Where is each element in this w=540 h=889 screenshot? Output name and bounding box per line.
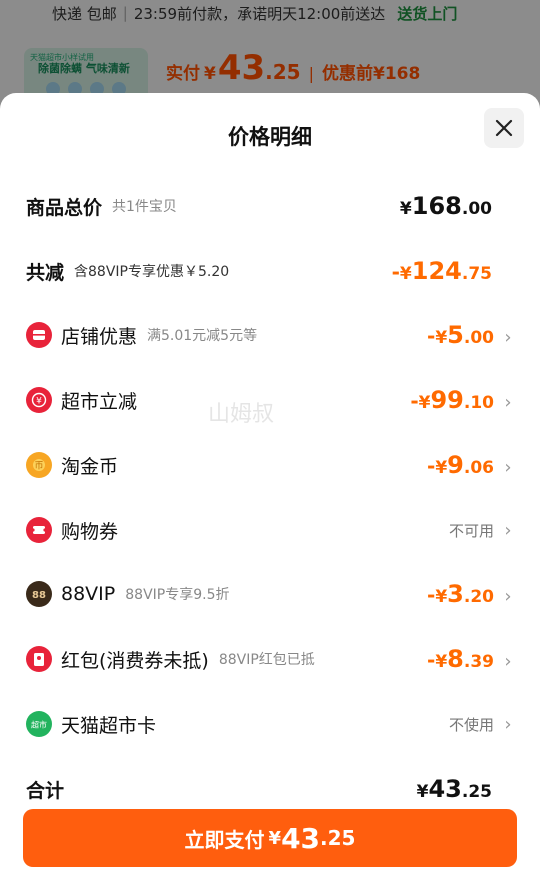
amount-decimal: .06 bbox=[463, 458, 494, 478]
amount-integer: 99 bbox=[430, 386, 464, 414]
svg-text:¥: ¥ bbox=[36, 397, 42, 407]
amount-decimal: .39 bbox=[463, 652, 494, 672]
row-tmall-card[interactable]: 超市 天猫超市卡 不使用 › bbox=[26, 704, 514, 744]
row-label: 天猫超市卡 bbox=[61, 714, 157, 737]
row-label: 淘金币 bbox=[61, 455, 119, 478]
row-label: 88VIP bbox=[61, 583, 116, 605]
amount-currency: ¥ bbox=[435, 458, 448, 478]
pay-label: 立即支付 bbox=[184, 827, 265, 852]
svg-text:88: 88 bbox=[32, 590, 46, 601]
total-label: 合计 bbox=[26, 779, 65, 802]
row-total-discount: 共减 含88VIP专享优惠￥5.20 - ¥ 124 .75 bbox=[26, 251, 514, 291]
amount-integer: 9 bbox=[447, 451, 464, 479]
row-sub: 含88VIP专享优惠￥5.20 bbox=[74, 264, 230, 280]
row-status: 不使用 › bbox=[449, 714, 514, 735]
row-label: 超市立减 bbox=[61, 390, 138, 413]
gold-coin-icon: 币 bbox=[26, 452, 52, 478]
row-label: 红包(消费券未抵) bbox=[61, 649, 209, 672]
amount-sign: - bbox=[410, 389, 419, 413]
amount-decimal: .00 bbox=[463, 328, 494, 348]
row-sub: 共1件宝贝 bbox=[112, 199, 177, 215]
row-amount: - ¥ 5 .00 › bbox=[427, 321, 514, 349]
pay-decimal: .25 bbox=[320, 826, 356, 850]
row-amount: - ¥ 3 .20 › bbox=[427, 580, 514, 608]
chevron-right-icon: › bbox=[504, 586, 512, 607]
shopping-voucher-icon bbox=[26, 517, 52, 543]
chevron-right-icon: › bbox=[504, 457, 512, 478]
svg-text:币: 币 bbox=[34, 461, 43, 472]
row-88vip[interactable]: 88 88VIP 88VIP专享9.5折 - ¥ 3 .20 › bbox=[26, 574, 514, 614]
row-item-total: 商品总价 共1件宝贝 ¥ 168 .00 bbox=[26, 186, 514, 226]
row-label: 共减 bbox=[26, 261, 65, 284]
row-shopping-voucher[interactable]: 购物券 不可用 › bbox=[26, 510, 514, 550]
amount-sign: - bbox=[427, 324, 436, 348]
amount-sign: - bbox=[391, 260, 400, 284]
sheet-title: 价格明细 bbox=[228, 125, 312, 149]
chevron-right-icon: › bbox=[504, 519, 512, 541]
vip88-icon: 88 bbox=[26, 581, 52, 607]
row-amount: - ¥ 8 .39 › bbox=[427, 645, 514, 673]
close-button[interactable] bbox=[484, 108, 524, 148]
chevron-right-icon: › bbox=[504, 327, 512, 348]
row-label: 购物券 bbox=[61, 520, 119, 543]
svg-text:超市: 超市 bbox=[31, 720, 47, 730]
amount-currency: ¥ bbox=[399, 264, 412, 284]
row-red-packet[interactable]: 红包(消费券未抵) 88VIP红包已抵 - ¥ 8 .39 › bbox=[26, 639, 514, 679]
row-status: 不可用 › bbox=[449, 520, 514, 541]
amount-currency: ¥ bbox=[435, 652, 448, 672]
row-amount: - ¥ 9 .06 › bbox=[427, 451, 514, 479]
amount-currency: ¥ bbox=[416, 782, 429, 802]
row-sub: 88VIP红包已抵 bbox=[218, 652, 315, 668]
amount-decimal: .10 bbox=[463, 393, 494, 413]
amount-integer: 168 bbox=[411, 192, 462, 220]
row-grand-total: 合计 ¥ 43 .25 bbox=[26, 769, 514, 809]
amount-decimal: .00 bbox=[461, 199, 492, 219]
price-detail-sheet: 价格明细 商品总价 共1件宝贝 ¥ 168 .00 共减 含88VIP专享优惠￥… bbox=[0, 93, 540, 889]
row-sub: 满5.01元减5元等 bbox=[147, 328, 258, 344]
chevron-right-icon: › bbox=[504, 392, 512, 413]
amount-currency: ¥ bbox=[399, 199, 412, 219]
pay-currency: ¥ bbox=[268, 827, 282, 849]
amount-decimal: .75 bbox=[461, 264, 492, 284]
amount-currency: ¥ bbox=[435, 587, 448, 607]
amount-integer: 5 bbox=[447, 321, 464, 349]
pay-integer: 43 bbox=[281, 821, 321, 855]
chevron-right-icon: › bbox=[504, 713, 512, 735]
row-amount: ¥ 168 .00 bbox=[400, 192, 492, 220]
row-sub: 88VIP专享9.5折 bbox=[125, 587, 230, 603]
amount-decimal: .20 bbox=[463, 587, 494, 607]
shop-coupon-icon bbox=[26, 322, 52, 348]
row-label: 店铺优惠 bbox=[61, 325, 138, 348]
amount-integer: 8 bbox=[447, 645, 464, 673]
status-text: 不使用 bbox=[448, 715, 494, 734]
close-icon bbox=[495, 119, 513, 137]
total-amount: ¥ 43 .25 bbox=[417, 775, 492, 803]
amount-sign: - bbox=[427, 648, 436, 672]
amount-decimal: .25 bbox=[461, 782, 492, 802]
supermarket-discount-icon: ¥ bbox=[26, 387, 52, 413]
amount-currency: ¥ bbox=[435, 328, 448, 348]
row-amount: - ¥ 124 .75 bbox=[392, 257, 492, 285]
row-amount: - ¥ 99 .10 › bbox=[410, 386, 514, 414]
amount-sign: - bbox=[427, 583, 436, 607]
row-shop-coupon[interactable]: 店铺优惠 满5.01元减5元等 - ¥ 5 .00 › bbox=[26, 315, 514, 355]
amount-integer: 3 bbox=[447, 580, 464, 608]
status-text: 不可用 bbox=[448, 521, 494, 540]
amount-sign: - bbox=[427, 454, 436, 478]
amount-currency: ¥ bbox=[418, 393, 431, 413]
tmall-card-icon: 超市 bbox=[26, 711, 52, 737]
row-gold-coin[interactable]: 币 淘金币 - ¥ 9 .06 › bbox=[26, 445, 514, 485]
pay-now-button[interactable]: 立即支付 ¥ 43 .25 bbox=[23, 809, 517, 867]
row-label: 商品总价 bbox=[26, 196, 103, 219]
chevron-right-icon: › bbox=[504, 651, 512, 672]
amount-integer: 124 bbox=[411, 257, 462, 285]
amount-integer: 43 bbox=[428, 775, 462, 803]
watermark: 山姆叔 bbox=[208, 402, 275, 427]
red-packet-icon bbox=[26, 646, 52, 672]
